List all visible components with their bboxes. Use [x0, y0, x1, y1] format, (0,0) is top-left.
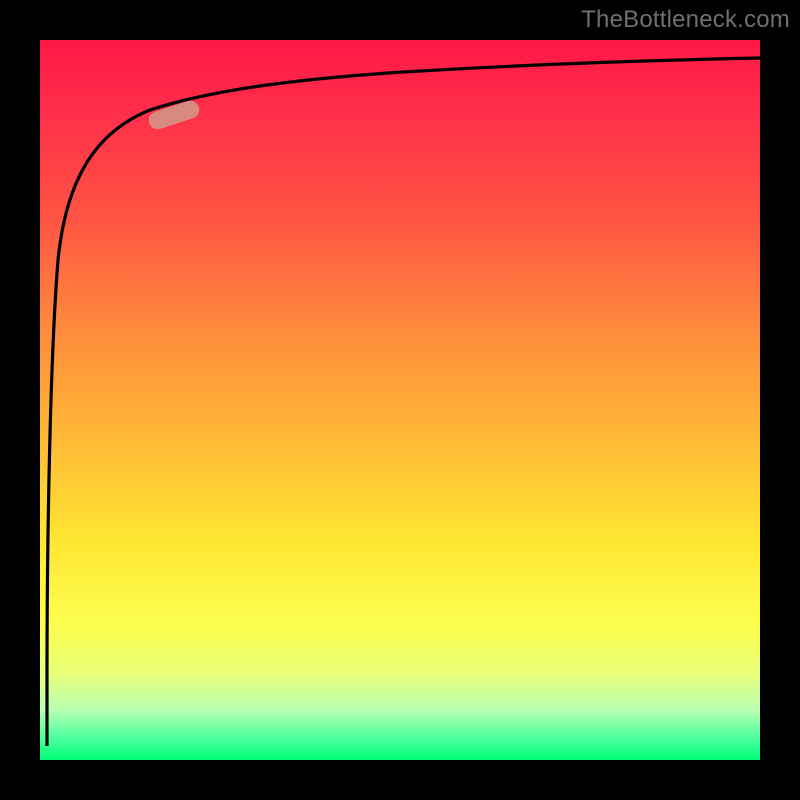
chart-stage: TheBottleneck.com [0, 0, 800, 800]
watermark-text: TheBottleneck.com [581, 6, 790, 34]
bottleneck-curve [47, 58, 760, 746]
curve-layer [40, 40, 760, 760]
